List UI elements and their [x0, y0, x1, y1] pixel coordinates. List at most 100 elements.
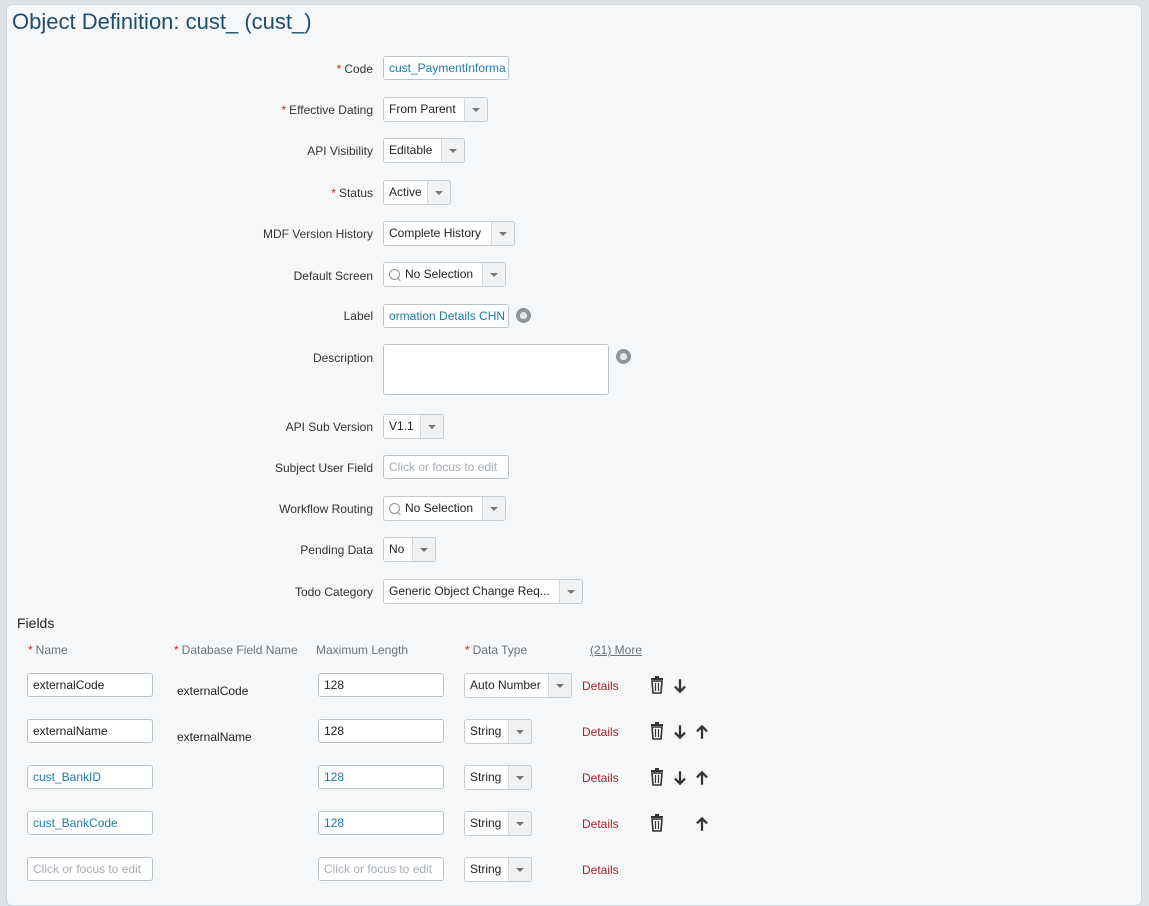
- col-header-name: * Name: [28, 643, 68, 657]
- code-label: * Code: [336, 62, 373, 76]
- db-field-name: externalName: [177, 730, 252, 744]
- trash-icon[interactable]: [649, 722, 665, 740]
- max-length-input[interactable]: 128: [318, 765, 444, 789]
- code-input[interactable]: cust_PaymentInforma: [383, 56, 509, 80]
- max-length-input[interactable]: 128: [318, 673, 444, 697]
- chevron-down-icon[interactable]: [548, 674, 571, 697]
- field-name-input[interactable]: externalCode: [27, 673, 153, 697]
- chevron-down-icon[interactable]: [508, 766, 531, 789]
- chevron-down-icon[interactable]: [508, 858, 531, 881]
- todo-category-select[interactable]: Generic Object Change Req...: [383, 579, 583, 604]
- chevron-down-icon[interactable]: [508, 720, 531, 743]
- default-screen-label: Default Screen: [293, 269, 373, 283]
- trash-icon[interactable]: [649, 814, 665, 832]
- workflow-routing-label: Workflow Routing: [279, 502, 373, 516]
- data-type-value: String: [465, 720, 508, 743]
- status-label: * Status: [331, 186, 373, 200]
- fields-section-title: Fields: [17, 615, 55, 631]
- details-link[interactable]: Details: [582, 863, 619, 877]
- api-visibility-value: Editable: [384, 139, 441, 162]
- label-input[interactable]: ormation Details CHN: [383, 304, 509, 328]
- status-select[interactable]: Active: [383, 180, 451, 205]
- description-label: Description: [312, 351, 373, 365]
- arrow-up-icon[interactable]: [694, 815, 710, 833]
- api-visibility-select[interactable]: Editable: [383, 138, 465, 163]
- data-type-value: Auto Number: [465, 674, 548, 697]
- api-sub-version-value: V1.1: [384, 415, 420, 438]
- max-length-input[interactable]: 128: [318, 811, 444, 835]
- chevron-down-icon[interactable]: [441, 139, 464, 162]
- search-icon: [389, 503, 400, 514]
- data-type-select[interactable]: String: [464, 857, 532, 882]
- search-icon: [389, 269, 400, 280]
- details-link[interactable]: Details: [582, 771, 619, 785]
- status-value: Active: [384, 181, 427, 204]
- api-sub-version-select[interactable]: V1.1: [383, 414, 444, 439]
- arrow-up-icon[interactable]: [694, 723, 710, 741]
- required-marker: *: [331, 186, 336, 200]
- chevron-down-icon[interactable]: [420, 415, 443, 438]
- api-visibility-label: API Visibility: [307, 144, 373, 158]
- required-marker: *: [281, 103, 287, 117]
- chevron-down-icon[interactable]: [427, 181, 450, 204]
- trash-icon[interactable]: [649, 768, 665, 786]
- todo-category-value: Generic Object Change Req...: [384, 580, 559, 603]
- effective-dating-label: * Effective Dating: [281, 103, 374, 117]
- api-sub-version-label: API Sub Version: [285, 420, 373, 434]
- data-type-select[interactable]: String: [464, 765, 532, 790]
- field-name-input[interactable]: cust_BankCode: [27, 811, 153, 835]
- required-marker: *: [336, 62, 342, 76]
- mdf-version-history-label: MDF Version History: [262, 227, 373, 241]
- todo-category-label: Todo Category: [294, 585, 373, 599]
- field-name-input[interactable]: Click or focus to edit: [27, 857, 153, 881]
- subject-user-field-label: Subject User Field: [274, 461, 373, 475]
- pending-data-value: No: [384, 538, 412, 561]
- chevron-down-icon[interactable]: [482, 263, 505, 286]
- details-link[interactable]: Details: [582, 725, 619, 739]
- trash-icon[interactable]: [649, 676, 665, 694]
- arrow-down-icon[interactable]: [672, 769, 688, 787]
- arrow-down-icon[interactable]: [672, 723, 688, 741]
- col-header-data-type: * Data Type: [465, 643, 528, 657]
- max-length-input[interactable]: 128: [318, 719, 444, 743]
- pending-data-label: Pending Data: [300, 543, 373, 557]
- globe-icon[interactable]: [516, 308, 531, 323]
- chevron-down-icon[interactable]: [508, 812, 531, 835]
- more-columns-link[interactable]: (21) More: [590, 643, 642, 657]
- effective-dating-value: From Parent: [384, 98, 464, 121]
- subject-user-field-input[interactable]: Click or focus to edit: [383, 455, 509, 479]
- chevron-down-icon[interactable]: [482, 497, 505, 520]
- details-link[interactable]: Details: [582, 817, 619, 831]
- data-type-select[interactable]: String: [464, 811, 532, 836]
- object-definition-panel: [6, 4, 1142, 906]
- default-screen-value: No Selection: [405, 267, 474, 281]
- chevron-down-icon[interactable]: [491, 222, 514, 245]
- details-link[interactable]: Details: [582, 679, 619, 693]
- data-type-select[interactable]: String: [464, 719, 532, 744]
- workflow-routing-select[interactable]: No Selection: [383, 496, 506, 521]
- workflow-routing-value: No Selection: [405, 501, 474, 515]
- mdf-version-history-select[interactable]: Complete History: [383, 221, 515, 246]
- data-type-value: String: [465, 812, 508, 835]
- globe-icon[interactable]: [616, 349, 631, 364]
- max-length-input[interactable]: Click or focus to edit: [318, 857, 444, 881]
- required-marker: *: [28, 643, 33, 657]
- default-screen-select[interactable]: No Selection: [383, 262, 506, 287]
- field-name-input[interactable]: cust_BankID: [27, 765, 153, 789]
- chevron-down-icon[interactable]: [464, 98, 487, 121]
- data-type-value: String: [465, 766, 508, 789]
- chevron-down-icon[interactable]: [559, 580, 582, 603]
- col-header-max-length: Maximum Length: [316, 643, 409, 657]
- arrow-up-icon[interactable]: [694, 769, 710, 787]
- mdf-version-history-value: Complete History: [384, 222, 491, 245]
- arrow-down-icon[interactable]: [672, 677, 688, 695]
- effective-dating-select[interactable]: From Parent: [383, 97, 488, 122]
- db-field-name: externalCode: [177, 684, 249, 698]
- pending-data-select[interactable]: No: [383, 537, 436, 562]
- label-label: Label: [343, 309, 373, 323]
- description-textarea[interactable]: [383, 344, 609, 395]
- field-name-input[interactable]: externalName: [27, 719, 153, 743]
- data-type-select[interactable]: Auto Number: [464, 673, 572, 698]
- chevron-down-icon[interactable]: [412, 538, 435, 561]
- required-marker: *: [174, 643, 179, 657]
